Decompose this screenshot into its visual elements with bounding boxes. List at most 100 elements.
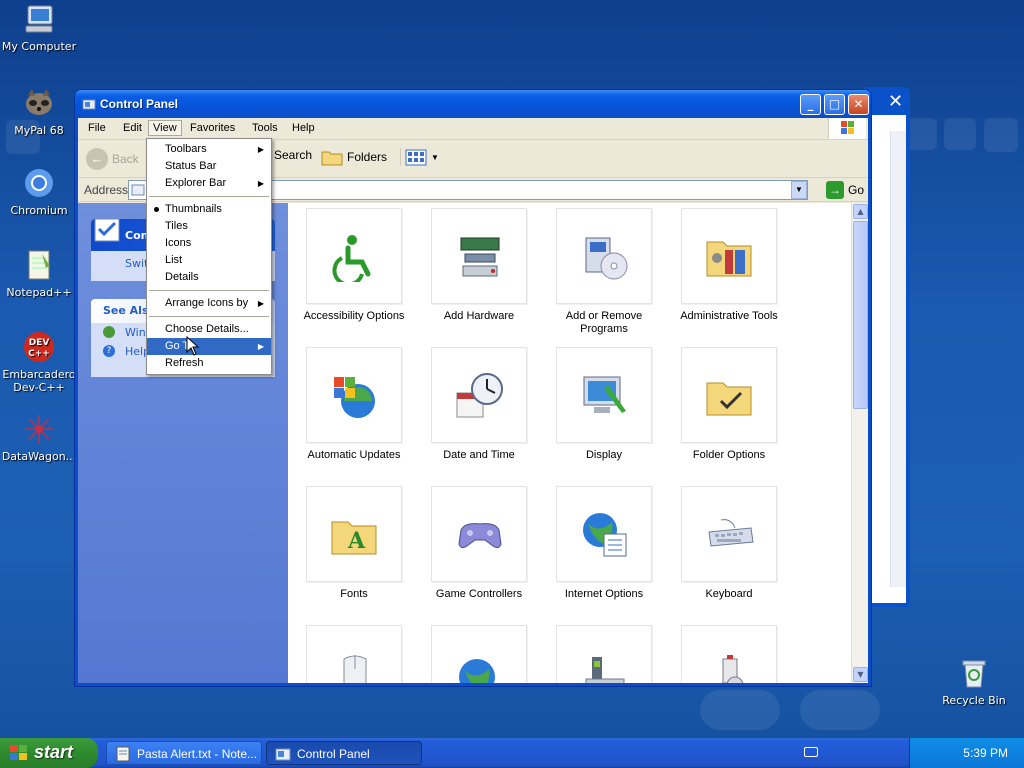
menu-tools[interactable]: Tools <box>247 122 283 134</box>
menu-item-label: Details <box>165 271 199 283</box>
cp-item-network[interactable] <box>416 625 542 683</box>
close-button[interactable]: ✕ <box>848 94 869 115</box>
cp-item-automatic-updates[interactable]: Automatic Updates <box>291 347 417 462</box>
desktop-icon-recycle-bin[interactable]: Recycle Bin <box>935 656 1013 707</box>
folders-label: Folders <box>347 150 388 164</box>
menu-item-status-bar[interactable]: Status Bar <box>147 158 271 175</box>
cp-item-folder-options[interactable]: Folder Options <box>666 347 792 462</box>
cp-item-mouse[interactable] <box>291 625 417 683</box>
cp-item-label: Internet Options <box>564 588 644 600</box>
taskbar-item-control-panel[interactable]: Control Panel <box>266 741 422 765</box>
power-options-icon <box>681 625 777 683</box>
views-button[interactable]: ▼ <box>400 148 439 166</box>
menu-item-details[interactable]: Details <box>147 269 271 286</box>
add-remove-programs-icon <box>556 208 652 304</box>
close-icon[interactable]: ✕ <box>885 91 906 112</box>
scroll-thumb[interactable] <box>853 221 868 409</box>
cp-item-display[interactable]: Display <box>541 347 667 462</box>
go-label: Go <box>847 183 864 197</box>
menu-item-explorer-bar[interactable]: Explorer Bar ▶ <box>147 175 271 192</box>
desktop-icon-datawagon[interactable]: DataWagon... <box>0 412 78 463</box>
desktop-icon-mypal[interactable]: MyPal 68 <box>0 86 78 137</box>
cp-item-label: Accessibility Options <box>303 310 405 322</box>
cp-item-date-time[interactable]: Date and Time <box>416 347 542 462</box>
background-window-scrollbar[interactable] <box>890 131 906 587</box>
cp-item-add-remove-programs[interactable]: Add or Remove Programs <box>541 208 667 336</box>
menu-item-refresh[interactable]: Refresh <box>147 355 271 372</box>
clock[interactable]: 5:39 PM <box>963 746 1008 760</box>
menu-item-icons[interactable]: Icons <box>147 235 271 252</box>
cp-item-accessibility[interactable]: Accessibility Options <box>291 208 417 323</box>
cp-item-label: Folder Options <box>692 449 766 461</box>
automatic-updates-icon <box>306 347 402 443</box>
scroll-up-button[interactable]: ▲ <box>853 204 868 219</box>
menu-item-go-to[interactable]: Go To ▶ <box>147 338 271 355</box>
cp-item-keyboard[interactable]: Keyboard <box>666 486 792 601</box>
search-label: Search <box>274 148 313 162</box>
cp-item-administrative-tools[interactable]: Administrative Tools <box>666 208 792 323</box>
my-computer-icon <box>22 2 56 36</box>
menu-item-label: List <box>165 254 183 266</box>
menu-help[interactable]: Help <box>287 122 320 134</box>
desktop-icon-my-computer[interactable]: My Computer <box>0 2 78 53</box>
menu-item-thumbnails[interactable]: Thumbnails <box>147 201 271 218</box>
display-icon <box>556 347 652 443</box>
title-bar[interactable]: Control Panel _ □ ✕ <box>75 90 871 118</box>
desktop-icon-label: Embarcadero Dev-C++ <box>2 368 76 394</box>
cp-item-internet-options[interactable]: Internet Options <box>541 486 667 601</box>
notepad-plus-plus-icon <box>22 248 56 282</box>
menu-item-list[interactable]: List <box>147 252 271 269</box>
desktop-icon-chromium[interactable]: Chromium <box>0 166 78 217</box>
vertical-scrollbar[interactable]: ▲ ▼ <box>851 203 868 683</box>
cp-item-label: Fonts <box>340 588 368 600</box>
menu-file[interactable]: File <box>83 122 111 134</box>
menu-item-label: Icons <box>165 237 192 249</box>
start-button[interactable]: start <box>0 738 98 768</box>
taskbar-item-notepad[interactable]: Pasta Alert.txt - Note... <box>106 741 262 765</box>
cp-item-game-controllers[interactable]: Game Controllers <box>416 486 542 601</box>
cp-item-label: Add or Remove Programs <box>565 310 643 335</box>
folders-button[interactable]: Folders <box>321 148 387 166</box>
cp-item-label: Display <box>585 449 623 461</box>
menu-view[interactable]: View <box>148 120 182 136</box>
minimize-button[interactable]: _ <box>800 94 821 115</box>
cp-item-fonts[interactable]: A Fonts <box>291 486 417 601</box>
desktop-icon-devcpp[interactable]: DEV C++ Embarcadero Dev-C++ <box>0 330 78 394</box>
go-button[interactable]: → Go <box>825 181 864 199</box>
chromium-icon <box>22 166 56 200</box>
menu-item-choose-details[interactable]: Choose Details... <box>147 321 271 338</box>
menu-edit[interactable]: Edit <box>118 122 147 134</box>
notepad-icon <box>116 746 130 762</box>
menu-item-label: Choose Details... <box>165 323 249 335</box>
keyboard-tray-icon[interactable] <box>804 747 818 757</box>
start-label: start <box>34 742 74 762</box>
search-button[interactable]: Search <box>274 148 312 162</box>
cp-item-add-hardware[interactable]: Add Hardware <box>416 208 542 323</box>
system-tray: 5:39 PM <box>804 738 1024 768</box>
datawagon-icon <box>22 412 56 446</box>
internet-options-icon <box>556 486 652 582</box>
windows-flag-icon <box>10 745 27 760</box>
window-title: Control Panel <box>100 97 179 111</box>
cp-item-label: Administrative Tools <box>680 310 778 322</box>
network-icon <box>431 625 527 683</box>
maximize-button[interactable]: □ <box>824 94 845 115</box>
menu-item-label: Status Bar <box>165 160 217 172</box>
menu-favorites[interactable]: Favorites <box>185 122 240 134</box>
scroll-down-button[interactable]: ▼ <box>853 667 868 682</box>
menu-item-tiles[interactable]: Tiles <box>147 218 271 235</box>
menu-item-toolbars[interactable]: Toolbars ▶ <box>147 141 271 158</box>
address-dropdown-button[interactable]: ▼ <box>791 181 807 199</box>
menu-item-label: Tiles <box>165 220 188 232</box>
go-arrow-icon: → <box>825 181 844 199</box>
back-button[interactable]: ← Back <box>86 148 139 170</box>
chevron-down-icon: ▼ <box>431 152 439 162</box>
desktop-icon-notepadpp[interactable]: Notepad++ <box>0 248 78 299</box>
cp-item-label: Add Hardware <box>443 310 515 322</box>
menu-item-arrange-icons-by[interactable]: Arrange Icons by ▶ <box>147 295 271 312</box>
cp-item-phone-modem[interactable] <box>541 625 667 683</box>
control-panel-small-icon <box>275 748 291 761</box>
menu-item-label: Thumbnails <box>165 203 222 215</box>
mouse-icon <box>306 625 402 683</box>
cp-item-power-options[interactable] <box>666 625 792 683</box>
